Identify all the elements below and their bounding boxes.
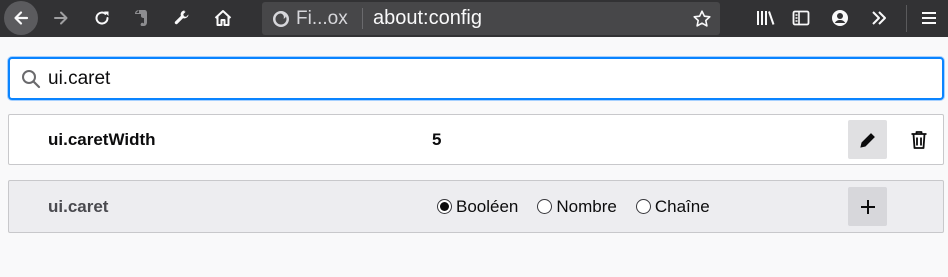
pref-row[interactable]: ui.caretWidth 5 [8, 114, 944, 165]
delete-button[interactable] [904, 125, 934, 155]
hamburger-icon [922, 12, 936, 24]
arrow-left-icon [14, 11, 29, 25]
account-icon [832, 10, 848, 26]
type-option-label: Chaîne [654, 196, 710, 216]
edit-button[interactable] [848, 120, 887, 159]
search-input[interactable] [48, 59, 928, 98]
radio-button[interactable] [437, 199, 452, 214]
sidebar-icon [792, 10, 810, 26]
trash-icon [911, 131, 927, 149]
pref-name: ui.caretWidth [48, 129, 156, 149]
wrench-icon [174, 10, 189, 25]
browser-toolbar: Fi...ox about:config [0, 0, 948, 37]
type-option-number[interactable]: Nombre [537, 196, 617, 217]
preference-search [8, 57, 944, 100]
pencil-icon [859, 132, 875, 148]
reload-button[interactable] [87, 3, 117, 33]
radio-button[interactable] [537, 199, 553, 214]
home-button[interactable] [206, 3, 240, 33]
url-bar[interactable]: Fi...ox about:config [262, 2, 720, 35]
evernote-extension-button[interactable] [126, 3, 156, 33]
reload-icon [95, 11, 109, 25]
star-icon [693, 10, 711, 27]
main-menu-button[interactable] [915, 3, 943, 33]
toolbar-divider [906, 5, 907, 32]
pref-name: ui.caret [48, 196, 109, 216]
add-button[interactable] [848, 187, 887, 226]
account-button[interactable] [826, 3, 854, 33]
sidebar-button[interactable] [787, 3, 815, 33]
pref-type-radio-group: Booléen Nombre Chaîne [437, 181, 729, 232]
overflow-menu-button[interactable] [865, 3, 893, 33]
firefox-icon [273, 10, 289, 27]
radio-button[interactable] [635, 199, 651, 214]
url-bar-divider [362, 8, 363, 29]
type-option-boolean[interactable]: Booléen [437, 197, 518, 217]
library-button[interactable] [750, 3, 782, 33]
identity-label: Fi...ox [296, 7, 348, 29]
type-option-string[interactable]: Chaîne [635, 196, 710, 217]
home-icon [214, 10, 232, 26]
new-pref-row: ui.caret Booléen Nombre Chaîne [8, 180, 944, 233]
site-identity[interactable]: Fi...ox [262, 2, 362, 35]
type-option-label: Nombre [556, 196, 617, 216]
back-button[interactable] [4, 1, 38, 35]
plus-icon [860, 199, 875, 214]
search-icon [22, 70, 41, 89]
evernote-icon [135, 10, 147, 26]
pref-value: 5 [432, 129, 442, 149]
library-icon [757, 11, 775, 25]
bookmark-button[interactable] [690, 7, 714, 31]
chevron-double-right-icon [872, 11, 886, 25]
developer-tools-button[interactable] [167, 3, 197, 33]
type-option-label: Booléen [456, 196, 519, 216]
url-text[interactable]: about:config [373, 2, 482, 35]
forward-button[interactable] [46, 3, 76, 33]
arrow-right-icon [54, 11, 68, 25]
